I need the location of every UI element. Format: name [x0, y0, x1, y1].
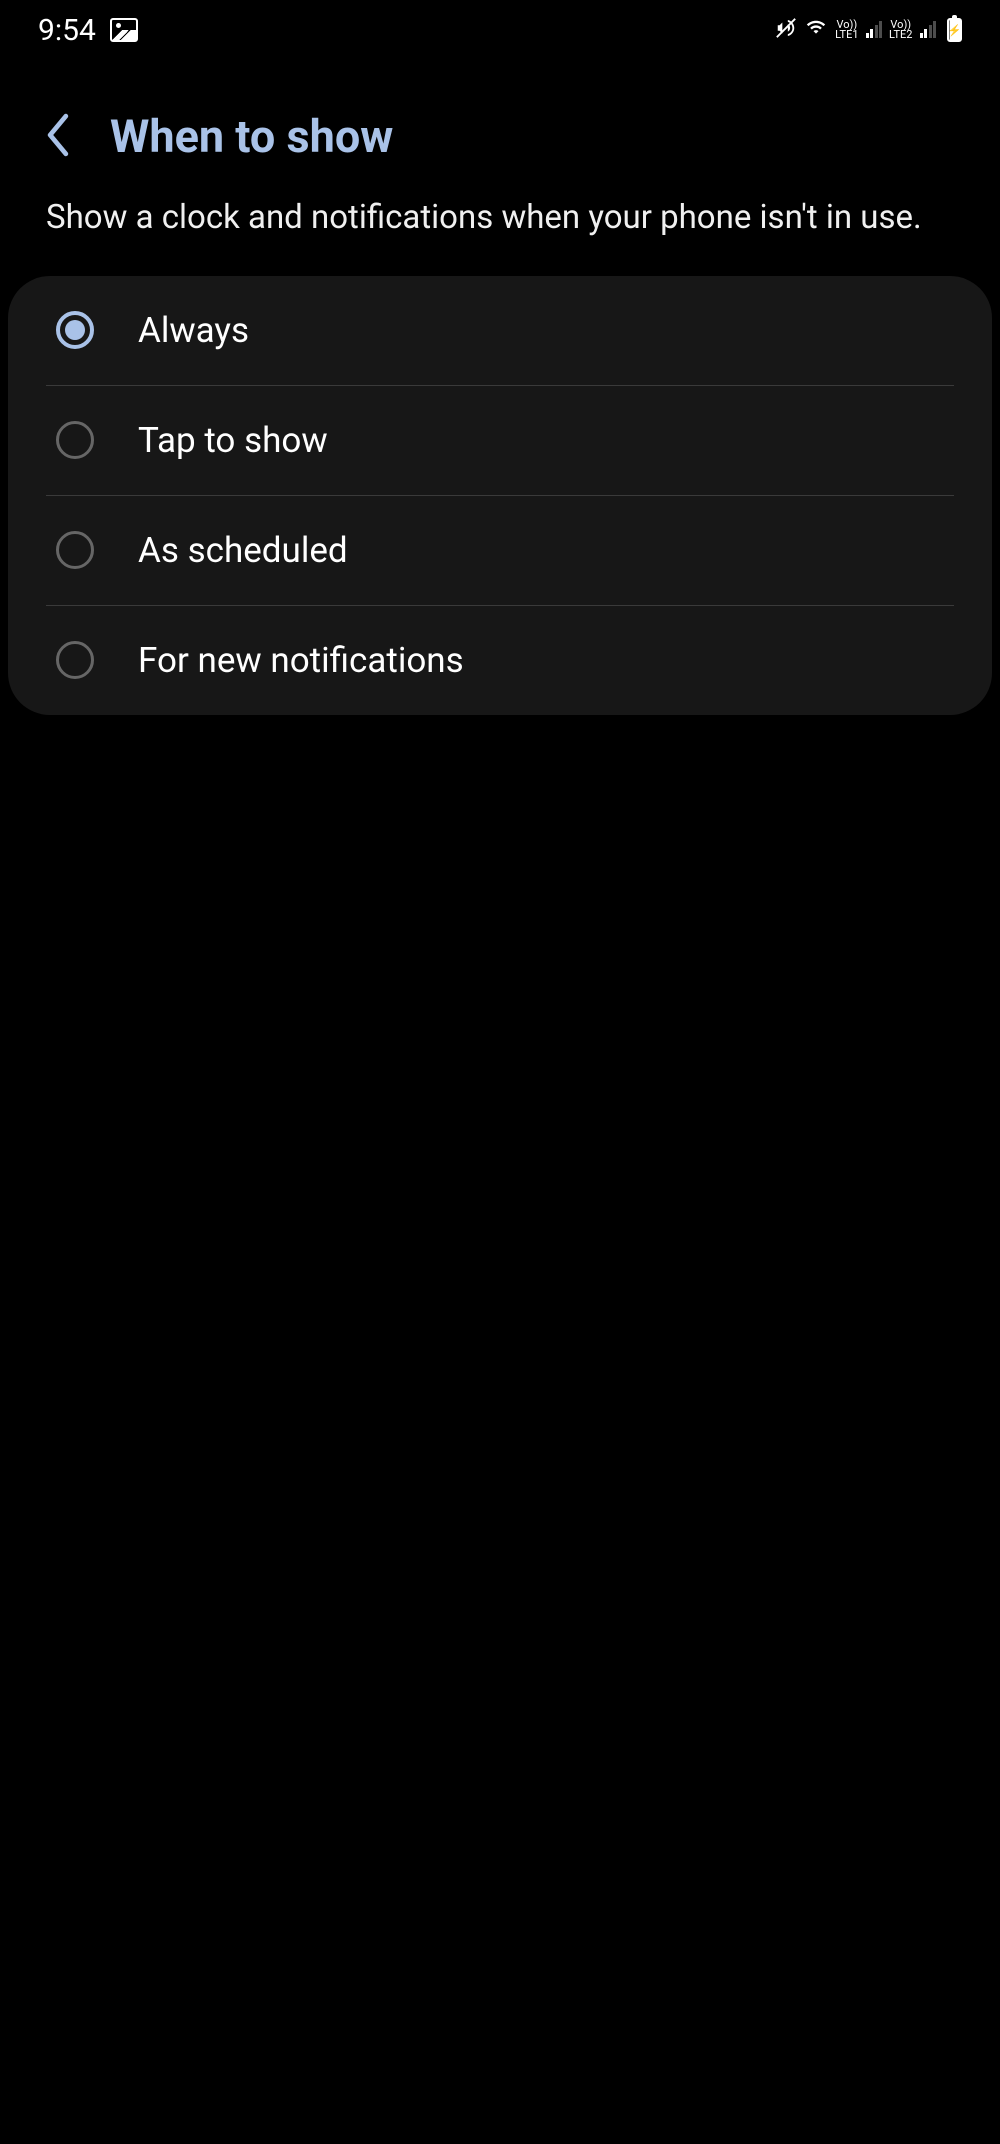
status-right: Vo)) LTE1 Vo)) LTE2	[775, 17, 962, 44]
radio-selected-icon	[56, 311, 94, 349]
option-label: Tap to show	[138, 420, 328, 461]
option-always[interactable]: Always	[8, 276, 992, 385]
status-left: 9:54	[38, 13, 138, 48]
signal-bars-1	[866, 22, 883, 38]
option-label: As scheduled	[138, 530, 348, 571]
sim1-label: Vo)) LTE1	[835, 20, 858, 40]
battery-charging-icon	[947, 18, 962, 42]
option-as-scheduled[interactable]: As scheduled	[8, 496, 992, 605]
option-tap-to-show[interactable]: Tap to show	[8, 386, 992, 495]
radio-icon	[56, 421, 94, 459]
options-card: Always Tap to show As scheduled For new …	[8, 276, 992, 715]
option-label: For new notifications	[138, 640, 464, 681]
option-for-new-notifications[interactable]: For new notifications	[8, 606, 992, 715]
wifi-icon	[804, 17, 828, 43]
back-icon[interactable]	[44, 113, 72, 161]
radio-icon	[56, 641, 94, 679]
vibrate-mute-icon	[775, 17, 797, 44]
radio-icon	[56, 531, 94, 569]
signal-bars-2	[920, 22, 937, 38]
header: When to show	[0, 60, 1000, 183]
page-title: When to show	[110, 110, 393, 163]
status-time: 9:54	[38, 13, 96, 48]
page-description: Show a clock and notifications when your…	[0, 183, 1000, 276]
option-label: Always	[138, 310, 249, 351]
status-bar: 9:54 Vo)) LTE1 Vo)) LTE2	[0, 0, 1000, 60]
picture-icon	[110, 18, 138, 42]
sim2-label: Vo)) LTE2	[889, 20, 912, 40]
